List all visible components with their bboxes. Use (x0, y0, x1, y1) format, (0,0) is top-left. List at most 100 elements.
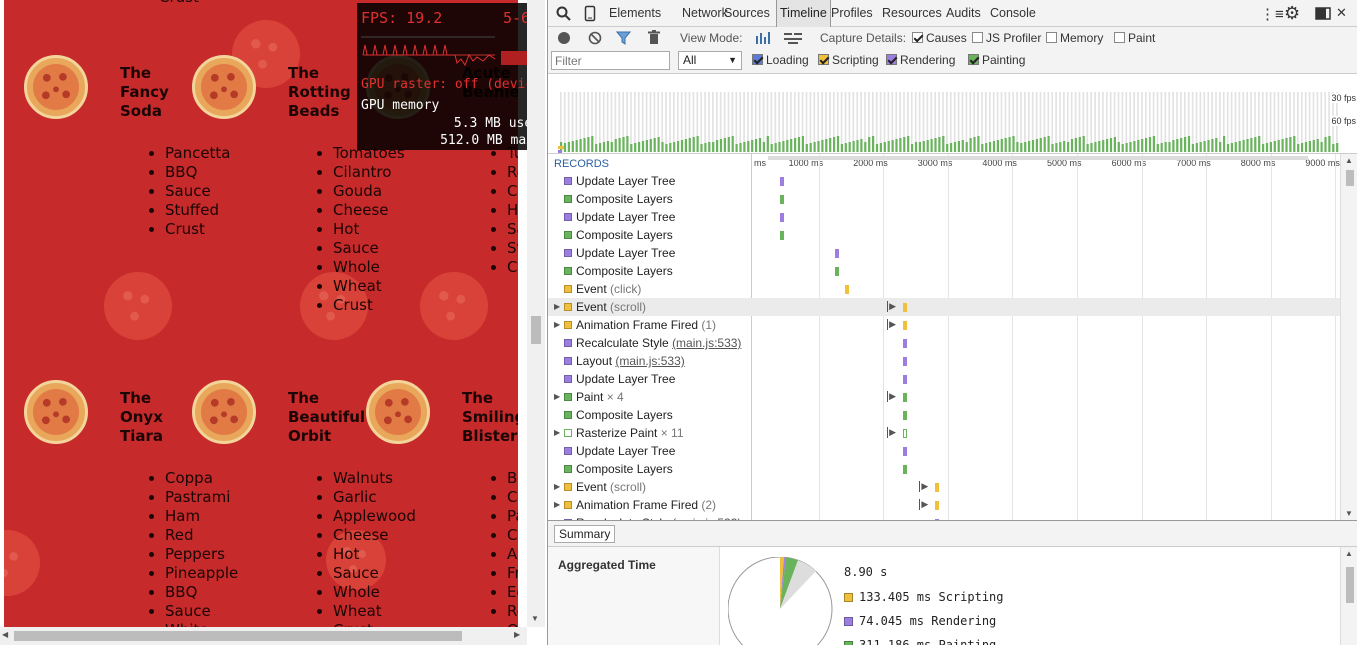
record-row[interactable]: ▶ Paint × 4 (548, 388, 750, 406)
page-vertical-scrollbar[interactable]: ▼ (527, 0, 545, 627)
timeline-record-bar[interactable] (780, 213, 785, 222)
timeline-record-bar[interactable] (903, 321, 908, 330)
close-icon[interactable]: ✕ (1336, 5, 1347, 21)
timeline-overview[interactable]: 30 fps 60 fps (548, 74, 1357, 154)
checkbox[interactable] (1046, 32, 1057, 43)
scroll-up-arrow-icon[interactable]: ▲ (1345, 549, 1353, 558)
checkbox[interactable] (912, 32, 923, 43)
expand-triangle-icon[interactable]: ▶ (554, 388, 560, 406)
expand-triangle-icon[interactable]: ▶ (554, 316, 560, 334)
record-row[interactable]: Layout (main.js:533) (548, 352, 750, 370)
record-source-link[interactable]: (main.js:533) (672, 336, 741, 350)
timeline-record-bar[interactable] (835, 267, 840, 276)
timeline-record-bar[interactable] (903, 411, 908, 420)
tab-resources[interactable]: Resources (882, 0, 942, 27)
capture-option-js-profiler[interactable]: JS Profiler (972, 31, 1041, 45)
frames-view-icon[interactable] (755, 31, 773, 44)
timeline-record-bar[interactable] (835, 249, 840, 258)
record-row[interactable]: ▶ Animation Frame Fired (1) (548, 316, 750, 334)
timeline-expand-icon[interactable]: ▶ (919, 481, 928, 492)
tab-summary[interactable]: Summary (554, 525, 616, 543)
timeline-record-bar[interactable] (935, 483, 940, 492)
drawer-toggle-icon[interactable]: ⋮≡ (1260, 5, 1284, 23)
filter-type-select[interactable]: All ▼ (678, 51, 742, 70)
filter-funnel-icon[interactable] (616, 31, 631, 45)
record-row[interactable]: ▶ Event (scroll) (548, 478, 750, 496)
tab-profiles[interactable]: Profiles (831, 0, 873, 27)
timeline-record-bar[interactable] (903, 393, 908, 402)
timeline-record-bar[interactable] (844, 285, 849, 294)
filter-input[interactable] (551, 51, 670, 70)
clear-icon[interactable] (588, 31, 602, 45)
expand-triangle-icon[interactable]: ▶ (554, 478, 560, 496)
page-hscroll-thumb[interactable] (14, 631, 462, 641)
checkbox[interactable] (752, 54, 763, 65)
summary-scrollbar[interactable]: ▲ (1340, 547, 1357, 645)
timeline-expand-icon[interactable]: ▶ (887, 391, 896, 402)
timeline-expand-icon[interactable]: ▶ (887, 427, 896, 438)
checkbox[interactable] (886, 54, 897, 65)
record-row[interactable]: Recalculate Style (main.js:533) (548, 334, 750, 352)
category-loading[interactable]: Loading (752, 53, 809, 67)
checkbox[interactable] (1114, 32, 1125, 43)
records-scrollbar[interactable]: ▲ ▼ (1340, 154, 1357, 520)
dock-side-icon[interactable] (1315, 7, 1331, 20)
timeline-expand-icon[interactable]: ▶ (919, 499, 928, 510)
tab-audits[interactable]: Audits (946, 0, 981, 27)
scroll-right-arrow-icon[interactable]: ▶ (514, 630, 520, 639)
timeline-record-bar[interactable] (780, 177, 785, 186)
scroll-down-arrow-icon[interactable]: ▼ (531, 614, 539, 623)
timeline-record-bar[interactable] (903, 339, 908, 348)
timeline-record-bar[interactable] (780, 231, 785, 240)
tab-sources[interactable]: Sources (724, 0, 770, 27)
checkbox[interactable] (818, 54, 829, 65)
page-vscroll-thumb[interactable] (531, 316, 541, 344)
record-row[interactable]: Event (click) (548, 280, 750, 298)
record-row[interactable]: Composite Layers (548, 262, 750, 280)
summary-scroll-thumb[interactable] (1346, 567, 1354, 603)
category-painting[interactable]: Painting (968, 53, 1025, 67)
expand-triangle-icon[interactable]: ▶ (554, 496, 560, 514)
record-row[interactable]: ▶ Event (scroll) (548, 298, 750, 316)
record-row[interactable]: Composite Layers (548, 226, 750, 244)
scroll-down-arrow-icon[interactable]: ▼ (1345, 509, 1353, 518)
capture-option-causes[interactable]: Causes (912, 31, 967, 45)
timeline-record-bar[interactable] (903, 375, 908, 384)
record-row[interactable]: Update Layer Tree (548, 172, 750, 190)
gear-icon[interactable]: ⚙ (1284, 3, 1300, 24)
search-icon[interactable] (556, 6, 571, 21)
record-row[interactable]: ▶ Rasterize Paint × 11 (548, 424, 750, 442)
record-row[interactable]: Composite Layers (548, 460, 750, 478)
timeline-record-bar[interactable] (903, 303, 908, 312)
events-view-icon[interactable] (783, 31, 803, 44)
timeline-record-bar[interactable] (903, 357, 908, 366)
category-rendering[interactable]: Rendering (886, 53, 955, 67)
scroll-up-arrow-icon[interactable]: ▲ (1345, 156, 1353, 165)
timeline-record-bar[interactable] (903, 465, 908, 474)
garbage-collect-icon[interactable] (648, 30, 660, 45)
timeline-expand-icon[interactable]: ▶ (887, 301, 896, 312)
record-row[interactable]: ▶ Animation Frame Fired (2) (548, 496, 750, 514)
tab-console[interactable]: Console (990, 0, 1036, 27)
capture-option-memory[interactable]: Memory (1046, 31, 1103, 45)
timeline-record-bar[interactable] (780, 195, 785, 204)
tab-network[interactable]: Network (682, 0, 728, 27)
device-mode-icon[interactable] (584, 5, 596, 22)
timeline-record-bar[interactable] (903, 429, 908, 438)
record-row[interactable]: Update Layer Tree (548, 370, 750, 388)
expand-triangle-icon[interactable]: ▶ (554, 424, 560, 442)
record-button[interactable] (558, 32, 570, 44)
timeline-expand-icon[interactable]: ▶ (887, 319, 896, 330)
record-row[interactable]: Composite Layers (548, 406, 750, 424)
page-horizontal-scrollbar[interactable]: ◀ ▶ (0, 627, 527, 645)
record-row[interactable]: Composite Layers (548, 190, 750, 208)
record-row[interactable]: Update Layer Tree (548, 208, 750, 226)
record-row[interactable]: Update Layer Tree (548, 244, 750, 262)
records-scroll-thumb[interactable] (1346, 170, 1354, 186)
capture-option-paint[interactable]: Paint (1114, 31, 1155, 45)
checkbox[interactable] (968, 54, 979, 65)
record-source-link[interactable]: (main.js:533) (615, 354, 684, 368)
timeline-record-bar[interactable] (935, 501, 940, 510)
record-row[interactable]: Update Layer Tree (548, 442, 750, 460)
expand-triangle-icon[interactable]: ▶ (554, 298, 560, 316)
